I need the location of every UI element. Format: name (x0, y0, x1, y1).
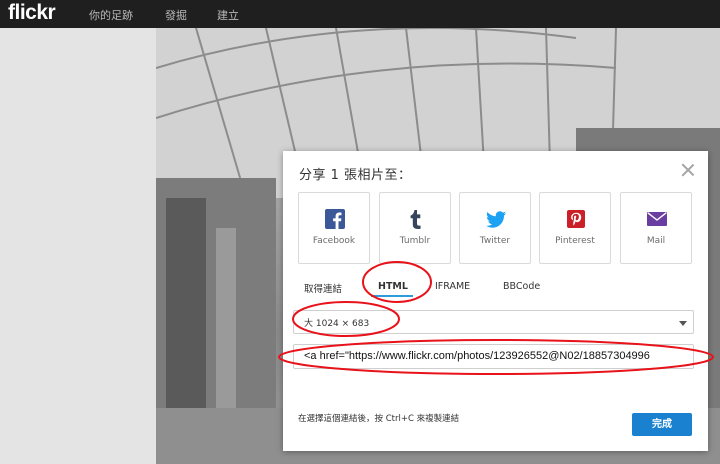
size-select[interactable]: 大 1024 × 683 (293, 310, 694, 334)
nav-item-create[interactable]: 建立 (217, 7, 239, 23)
share-facebook-button[interactable]: Facebook (298, 192, 370, 264)
share-dialog: 分享 1 張相片至： Facebook Tumblr Twitter Pinte… (283, 151, 708, 451)
share-mail-button[interactable]: Mail (620, 192, 692, 264)
active-tab-indicator (371, 295, 413, 297)
close-icon[interactable] (680, 162, 696, 178)
tab-get-link[interactable]: 取得連結 (304, 281, 342, 295)
share-pinterest-label: Pinterest (555, 236, 595, 246)
copy-hint: 在選擇這個連結後，按 Ctrl+C 來複製連結 (298, 414, 460, 424)
share-twitter-label: Twitter (479, 236, 511, 246)
facebook-icon (325, 209, 345, 229)
chevron-down-icon (679, 321, 687, 326)
dialog-title: 分享 1 張相片至： (299, 168, 412, 183)
share-tumblr-label: Tumblr (399, 236, 431, 246)
top-nav-bar: flickr 你的足跡 發掘 建立 (0, 0, 720, 28)
flickr-logo[interactable]: flickr (8, 1, 56, 25)
left-panel-background (0, 28, 156, 464)
nav-item-explore[interactable]: 發掘 (165, 7, 187, 23)
tab-iframe[interactable]: IFRAME (435, 281, 470, 292)
share-tumblr-button[interactable]: Tumblr (379, 192, 451, 264)
share-facebook-label: Facebook (312, 236, 356, 246)
embed-code-value: <a href="https://www.flickr.com/photos/1… (304, 350, 650, 362)
nav-item-your-footprint[interactable]: 你的足跡 (89, 7, 133, 23)
share-twitter-button[interactable]: Twitter (459, 192, 531, 264)
mail-icon (647, 212, 667, 226)
embed-code-input[interactable]: <a href="https://www.flickr.com/photos/1… (293, 344, 694, 369)
twitter-icon (486, 211, 506, 228)
share-pinterest-button[interactable]: Pinterest (539, 192, 611, 264)
done-button[interactable]: 完成 (632, 413, 692, 436)
share-mail-label: Mail (646, 236, 666, 246)
tab-bbcode[interactable]: BBCode (503, 281, 540, 292)
tab-html[interactable]: HTML (378, 281, 408, 292)
pinterest-icon (567, 210, 585, 228)
tumblr-icon (410, 210, 421, 229)
size-select-value: 大 1024 × 683 (304, 319, 370, 329)
